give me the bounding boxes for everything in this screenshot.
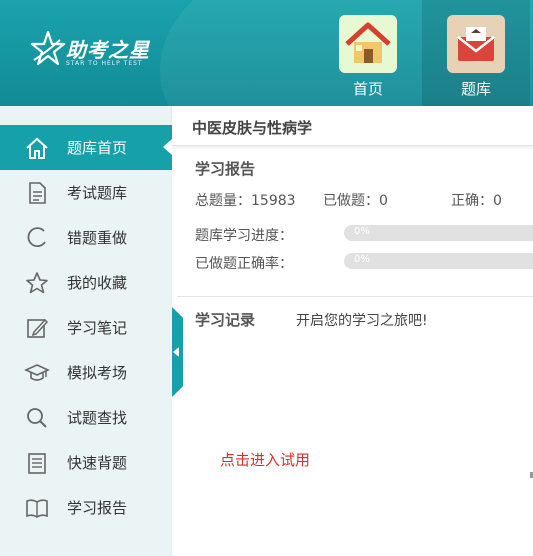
accuracy-progress-value: 0%	[354, 254, 370, 265]
accuracy-progress-bar: 0%	[344, 253, 533, 269]
document-icon	[29, 182, 46, 204]
notepad-icon	[28, 453, 46, 474]
section-divider	[177, 296, 533, 297]
stat-total-questions: 总题量：15983	[195, 193, 296, 209]
stat-done-questions: 已做题：0	[323, 193, 388, 209]
sidebar: 题库首页 考试题库 错题重做 我的收藏 学习笔记 模拟考场 试题查找 快速背题 …	[0, 106, 172, 556]
record-hint-text: 开启您的学习之旅吧!	[296, 313, 428, 329]
home-outline-icon	[26, 137, 48, 159]
sidebar-item-mock-exam[interactable]: 模拟考场	[0, 350, 172, 395]
sidebar-item-label: 快速背题	[67, 454, 128, 472]
sidebar-item-label: 模拟考场	[67, 364, 128, 382]
sidebar-item-quick-memorize[interactable]: 快速背题	[0, 440, 172, 485]
edit-icon	[27, 318, 49, 338]
sidebar-item-favorites[interactable]: 我的收藏	[0, 260, 172, 305]
report-section-title: 学习报告	[195, 160, 256, 178]
bank-progress-bar: 0%	[344, 225, 533, 241]
logo-text: 助考之星	[66, 38, 150, 62]
sidebar-item-label: 学习报告	[67, 499, 128, 517]
nav-tab-question-bank[interactable]: 题库	[422, 0, 530, 106]
subject-title: 中医皮肤与性病学	[192, 119, 313, 137]
accuracy-label: 已做题正确率：	[195, 256, 293, 272]
sidebar-item-label: 我的收藏	[67, 274, 128, 292]
logo-subtitle: STAR TO HELP TEST	[66, 60, 143, 67]
nav-label-question-bank: 题库	[460, 80, 491, 98]
star-icon	[26, 272, 48, 294]
bank-progress-label: 题库学习进度：	[195, 228, 293, 244]
subject-bar: 中医皮肤与性病学	[172, 106, 533, 146]
record-section-title: 学习记录	[195, 311, 256, 329]
nav-tab-home[interactable]: 首页	[314, 0, 422, 106]
sidebar-item-redo-mistakes[interactable]: 错题重做	[0, 215, 172, 260]
graduation-cap-icon	[24, 364, 50, 381]
logo[interactable]: 助考之星 STAR TO HELP TEST	[30, 30, 150, 74]
sidebar-item-bank-home[interactable]: 题库首页	[0, 125, 172, 170]
enter-trial-link[interactable]: 点击进入试用	[220, 449, 310, 470]
sidebar-item-label: 学习笔记	[67, 319, 128, 337]
refresh-icon	[27, 227, 46, 247]
sidebar-item-label: 题库首页	[67, 139, 128, 157]
bank-progress-value: 0%	[354, 226, 370, 237]
sidebar-item-search-questions[interactable]: 试题查找	[0, 395, 172, 440]
sidebar-item-study-report[interactable]: 学习报告	[0, 485, 172, 530]
app-header: 助考之星 STAR TO HELP TEST 首页 题库	[0, 0, 533, 106]
search-icon	[27, 408, 47, 428]
book-icon	[26, 499, 48, 518]
sidebar-item-label: 试题查找	[67, 409, 128, 427]
nav-label-home: 首页	[352, 80, 383, 98]
sidebar-item-notes[interactable]: 学习笔记	[0, 305, 172, 350]
house-icon	[339, 15, 397, 73]
star-logo-icon	[30, 30, 66, 66]
sidebar-item-label: 考试题库	[67, 184, 128, 202]
sidebar-item-exam-bank[interactable]: 考试题库	[0, 170, 172, 215]
stat-correct-count: 正确：0	[451, 193, 502, 209]
mail-icon	[447, 15, 505, 73]
sidebar-item-label: 错题重做	[67, 229, 128, 247]
main-content: 中医皮肤与性病学 学习报告 总题量：15983 已做题：0 正确：0 题库学习进…	[172, 106, 533, 556]
